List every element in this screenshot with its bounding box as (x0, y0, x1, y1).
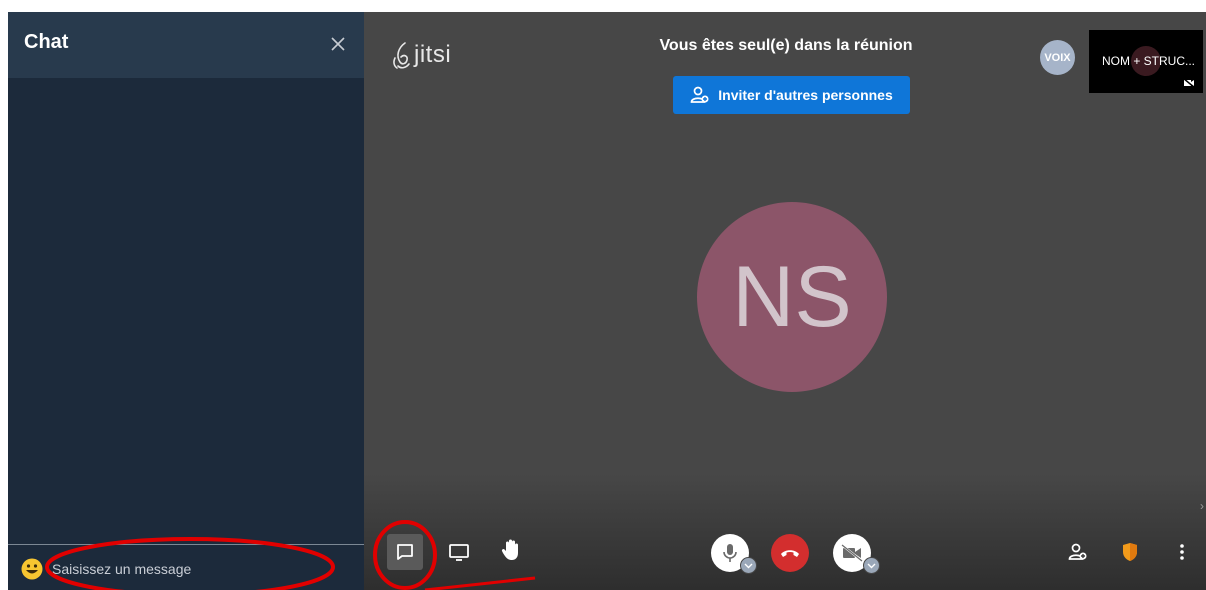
more-vertical-icon (1180, 544, 1184, 560)
jitsi-logo-icon (393, 42, 410, 69)
chat-title: Chat (24, 31, 69, 53)
invite-toolbar-button[interactable] (1060, 534, 1096, 570)
thumbnail-display-name: NOM + STRUC... (1102, 54, 1196, 68)
shield-icon (1123, 543, 1137, 561)
invite-people-label: Inviter d'autres personnes (718, 87, 893, 103)
jitsi-logo: jitsi (392, 38, 451, 72)
local-video-thumbnail[interactable]: NOM + STRUC... (1089, 30, 1203, 93)
camera-options-chevron-icon[interactable] (863, 557, 880, 574)
chevron-right-icon[interactable]: › (1200, 499, 1204, 513)
voix-avatar[interactable]: VOIX (1040, 40, 1075, 75)
participant-avatar: NS (697, 202, 887, 392)
close-icon[interactable] (326, 32, 350, 56)
meeting-status-title: Vous êtes seul(e) dans la réunion (659, 37, 913, 54)
smiley-emoji-icon[interactable] (21, 558, 43, 580)
microphone-icon (723, 544, 737, 562)
monitor-icon (449, 544, 469, 561)
phone-hangup-icon (781, 550, 799, 557)
chat-panel: Chat (8, 12, 364, 590)
chat-bubble-icon (397, 544, 413, 560)
raise-hand-button[interactable] (493, 532, 529, 568)
chat-toggle-button[interactable] (387, 534, 423, 570)
chat-message-input[interactable] (50, 555, 354, 583)
security-button[interactable] (1112, 534, 1148, 570)
add-person-icon (1068, 543, 1087, 560)
voix-avatar-label: VOIX (1044, 51, 1071, 64)
hand-icon (501, 539, 518, 560)
chat-header: Chat (8, 12, 364, 78)
camera-off-small-icon (1183, 78, 1195, 88)
participant-initials: NS (732, 248, 852, 345)
screen-share-button[interactable] (441, 534, 477, 570)
camera-off-icon (841, 544, 863, 562)
hangup-button[interactable] (771, 534, 809, 572)
jitsi-logo-text: jitsi (414, 41, 452, 68)
mic-options-chevron-icon[interactable] (740, 557, 757, 574)
add-person-icon (690, 86, 709, 103)
invite-people-button[interactable]: Inviter d'autres personnes (673, 76, 910, 114)
conference-stage: jitsi Vous êtes seul(e) dans la réunion … (364, 12, 1206, 590)
more-options-button[interactable] (1164, 534, 1200, 570)
chat-input-bar (8, 544, 364, 590)
